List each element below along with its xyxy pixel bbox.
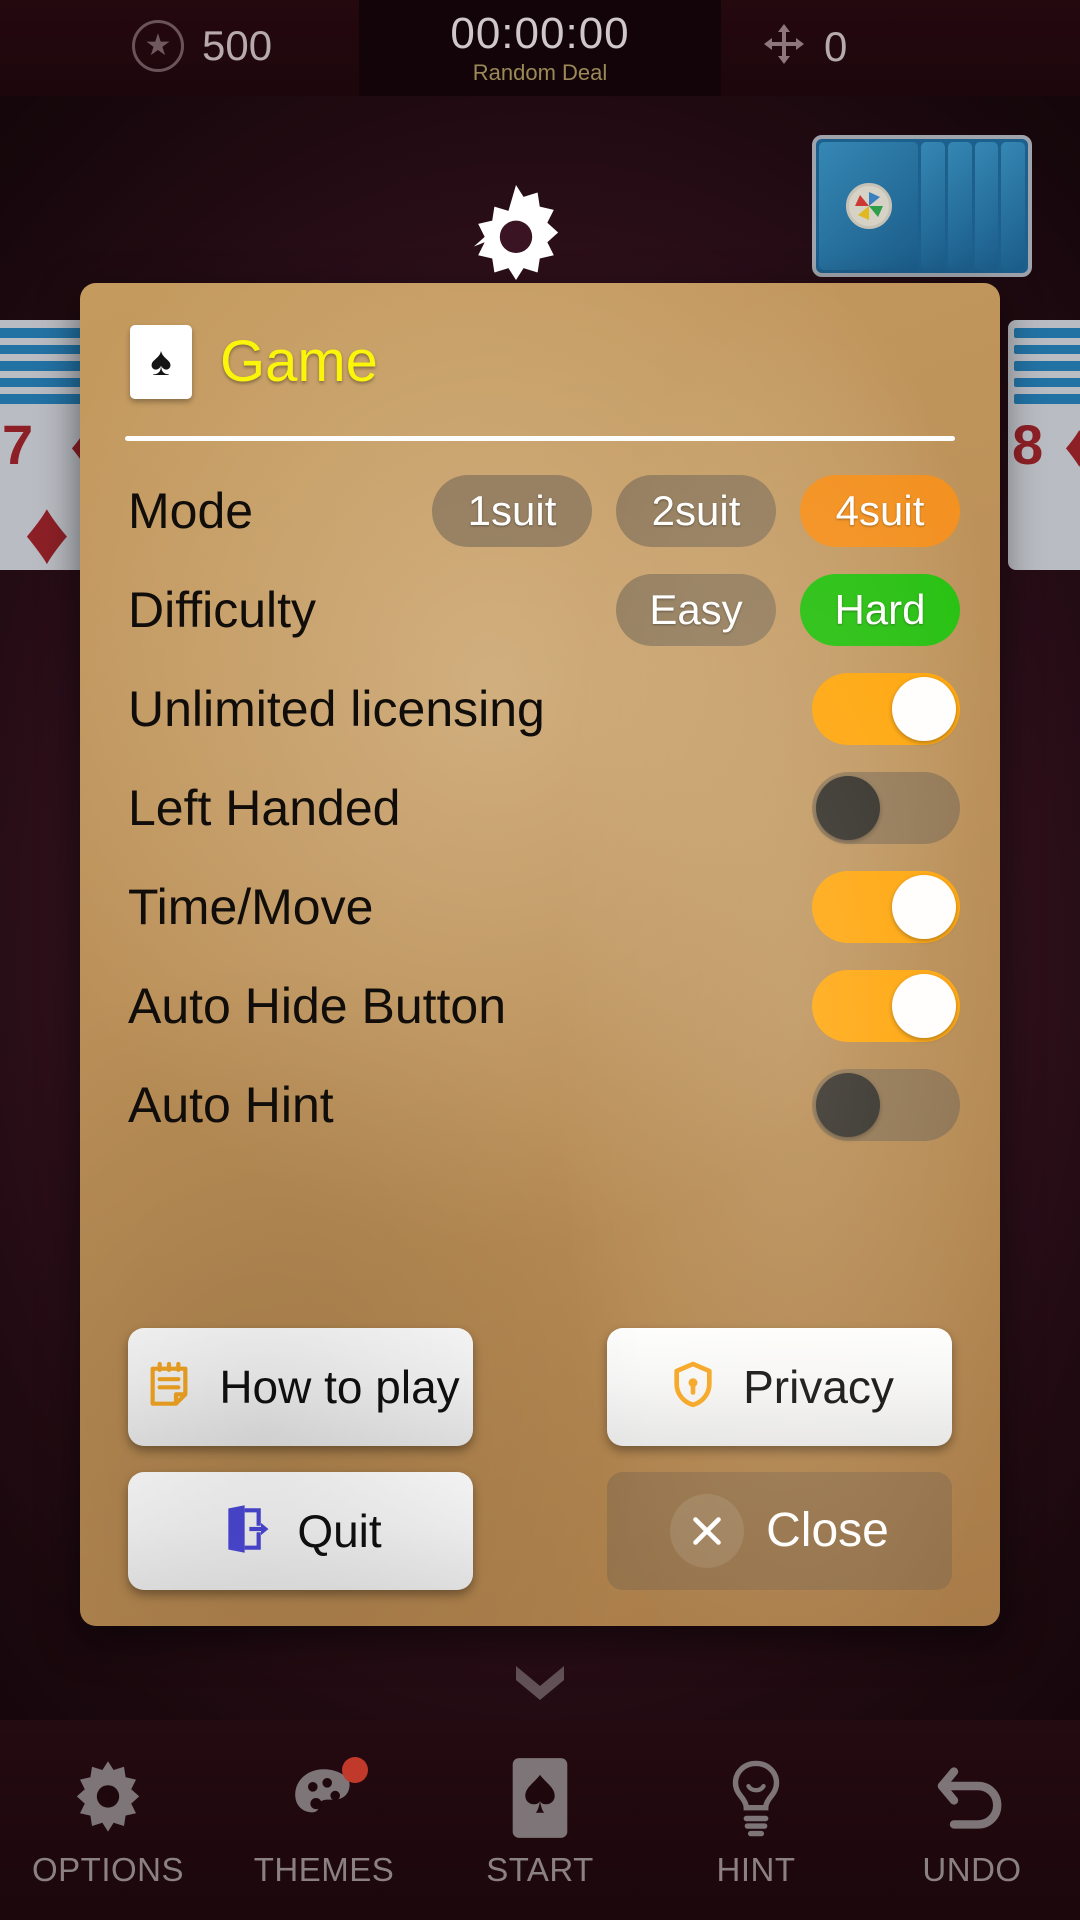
toggle-knob [816,1072,880,1137]
setting-row-mode: Mode 1suit 2suit 4suit [80,461,1000,560]
card-rank-left: 7 [2,413,34,476]
card-spade-icon [507,1755,573,1841]
dialog-action-buttons: How to play Privacy Quit Close [80,1328,1000,1590]
undo-arrow-icon [930,1755,1014,1841]
setting-label-time-move: Time/Move [128,878,374,935]
themes-badge [342,1756,368,1783]
score-value: 500 [202,22,273,69]
close-button[interactable]: Close [607,1472,952,1590]
moves-value: 0 [824,22,848,70]
card-suit-large-left: ♦ [24,483,70,570]
tableau-card-right[interactable]: 8 ♦ [1008,320,1080,570]
lightbulb-icon [720,1755,792,1841]
page-title: Game [220,329,378,394]
setting-label-auto-hide-button: Auto Hide Button [128,977,507,1034]
toggle-left-handed[interactable] [812,771,960,844]
game-settings-dialog: ♠ Game Mode 1suit 2suit 4suit Difficulty… [80,283,1000,1626]
settings-rows: Mode 1suit 2suit 4suit Difficulty Easy H… [80,461,1000,1361]
mode-option-group: 1suit 2suit 4suit [432,474,960,547]
toggle-knob [816,775,880,840]
nav-label-undo: UNDO [922,1850,1022,1888]
toggle-auto-hint[interactable] [812,1068,960,1141]
setting-label-mode: Mode [128,482,254,539]
close-x-icon [670,1494,745,1568]
nav-label-themes: THEMES [253,1850,395,1888]
nav-label-hint: HINT [716,1850,796,1888]
mode-option-2suit[interactable]: 2suit [616,474,776,547]
score-display: ★ 500 [132,20,272,72]
setting-row-time-move: Time/Move [80,857,1000,956]
setting-label-auto-hint: Auto Hint [128,1076,334,1133]
bottom-navigation-bar: OPTIONS THEMES START HINT UNDO [0,1720,1080,1920]
setting-row-left-handed: Left Handed [80,758,1000,857]
timer-value: 00:00:00 [450,9,630,58]
stock-card [921,142,946,270]
privacy-label: Privacy [743,1361,894,1413]
setting-row-difficulty: Difficulty Easy Hard [80,560,1000,659]
setting-label-unlimited-licensing: Unlimited licensing [128,680,545,737]
nav-item-themes[interactable]: THEMES [224,1755,424,1886]
stock-pile[interactable] [812,135,1032,277]
deal-mode-label: Random Deal [472,60,608,85]
mode-option-1suit[interactable]: 1suit [432,474,592,547]
setting-row-auto-hide-button: Auto Hide Button [80,956,1000,1055]
difficulty-option-easy[interactable]: Easy [616,573,776,646]
how-to-play-label: How to play [219,1361,460,1413]
toggle-knob [892,874,956,939]
nav-item-start[interactable]: START [440,1755,640,1886]
nav-item-options[interactable]: OPTIONS [8,1755,208,1886]
nav-item-undo[interactable]: UNDO [872,1755,1072,1886]
timer-panel[interactable]: 00:00:00 Random Deal [359,0,721,96]
nav-label-start: START [486,1850,594,1888]
moves-display: 0 [760,20,847,73]
dialog-header: ♠ Game [130,325,378,399]
difficulty-option-group: Easy Hard [616,573,960,646]
top-status-bar: ★ 500 00:00:00 Random Deal 0 [0,0,1080,96]
nav-item-hint[interactable]: HINT [656,1755,856,1886]
quit-button[interactable]: Quit [128,1472,473,1590]
spade-card-icon: ♠ [130,325,192,399]
toggle-auto-hide-button[interactable] [812,969,960,1042]
stock-card [948,142,972,270]
toggle-knob [892,973,956,1038]
chevron-down-icon[interactable] [500,1660,580,1710]
toggle-time-move[interactable] [812,870,960,943]
quit-label: Quit [297,1505,382,1557]
gear-icon [462,185,570,293]
move-arrows-icon [760,20,808,73]
setting-label-difficulty: Difficulty [128,581,317,638]
shield-lock-icon [665,1357,721,1418]
gear-icon [68,1755,148,1841]
card-suit-right: ♦ [1064,412,1080,479]
stock-card [1001,142,1025,270]
setting-row-unlimited-licensing: Unlimited licensing [80,659,1000,758]
mode-option-4suit[interactable]: 4suit [800,474,960,547]
nav-label-options: OPTIONS [31,1850,185,1888]
setting-row-auto-hint: Auto Hint [80,1055,1000,1154]
close-label: Close [766,1504,889,1557]
privacy-button[interactable]: Privacy [607,1328,952,1446]
stock-card [974,142,999,270]
toggle-unlimited-licensing[interactable] [812,672,960,745]
difficulty-option-hard[interactable]: Hard [800,573,960,646]
card-rank-right: 8 [1012,413,1044,476]
header-divider [125,436,955,441]
star-icon: ★ [132,20,184,72]
notepad-icon [141,1357,197,1418]
pinwheel-emblem-icon [845,183,892,229]
card-back-stripes [1008,320,1080,412]
setting-label-left-handed: Left Handed [128,779,401,836]
exit-door-icon [219,1501,275,1562]
how-to-play-button[interactable]: How to play [128,1328,473,1446]
toggle-knob [892,676,956,741]
stock-card-front [819,142,919,270]
